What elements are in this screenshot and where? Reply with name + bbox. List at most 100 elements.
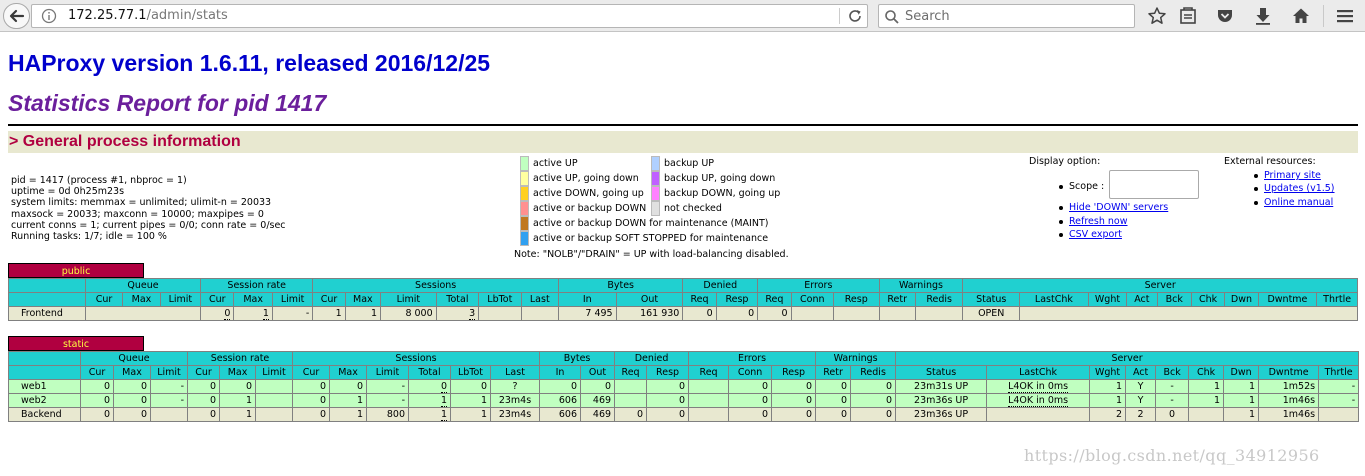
header-cell: Conn <box>728 365 773 380</box>
table-cell: Y <box>1125 393 1157 408</box>
table-cell: 0 <box>815 379 852 394</box>
legend-swatch <box>520 171 529 186</box>
table-cell: L4OK in 0ms <box>986 393 1091 408</box>
pocket-icon[interactable] <box>1215 6 1235 26</box>
header-cell: Limit <box>149 365 189 380</box>
sessions-total[interactable]: 1 <box>440 409 448 421</box>
hide-down-servers-link[interactable]: Hide 'DOWN' servers <box>1069 202 1168 213</box>
table-cell: 0 <box>771 393 817 408</box>
proxy-name-static[interactable]: static <box>8 336 144 351</box>
table-cell: ? <box>490 379 541 394</box>
table-cell: 0 <box>757 306 792 321</box>
url-text[interactable]: 172.25.77.1/admin/stats <box>68 8 228 24</box>
header-cell: Thrtle <box>1316 292 1358 307</box>
sessions-total[interactable]: 0 <box>440 381 448 393</box>
home-icon[interactable] <box>1291 6 1311 26</box>
back-button[interactable] <box>3 3 30 29</box>
table-cell: 0 <box>646 393 690 408</box>
primary-site-link[interactable]: Primary site <box>1264 170 1321 181</box>
session-rate-max[interactable]: 1 <box>262 308 269 320</box>
header-cell: Max <box>113 365 151 380</box>
table-cell: 1m46s <box>1258 407 1320 422</box>
header-cell: Act <box>1125 365 1157 380</box>
csv-export-link[interactable]: CSV export <box>1069 229 1122 240</box>
table-cell: 161 930 <box>615 306 684 321</box>
table-cell: - <box>149 393 189 408</box>
process-info-line: Running tasks: 1/7; idle = 100 % <box>11 231 167 243</box>
search-input[interactable] <box>903 7 1128 25</box>
header-cell: Last <box>490 365 541 380</box>
header-cell: Limit <box>271 292 314 307</box>
url-separator <box>839 8 840 24</box>
legend-label: active or backup SOFT STOPPED for mainte… <box>533 233 769 244</box>
reading-list-icon[interactable] <box>1178 6 1198 26</box>
group-header-row: Queue Session rate Sessions Bytes Denied… <box>8 278 1358 293</box>
header-cell <box>8 351 81 366</box>
legend-swatch <box>520 186 529 201</box>
table-cell: 1 <box>408 393 452 408</box>
reload-icon[interactable] <box>847 8 863 24</box>
table-cell <box>914 306 964 321</box>
header-cell: LbTot <box>450 365 492 380</box>
bullet-icon <box>1059 205 1063 210</box>
header-cell: Out <box>580 365 616 380</box>
table-cell: 469 <box>580 393 616 408</box>
header-cell: Max <box>122 292 161 307</box>
table-cell <box>833 306 880 321</box>
header-cell: Cur <box>80 365 114 380</box>
header-cell: In <box>539 365 582 380</box>
hamburger-menu-icon[interactable] <box>1335 6 1355 26</box>
process-info-line: maxsock = 20033; maxconn = 10000; maxpip… <box>11 208 264 220</box>
table-cell: 3 <box>435 306 480 321</box>
public-stats-table: Queue Session rate Sessions Bytes Denied… <box>8 278 1358 321</box>
info-icon[interactable] <box>41 8 57 24</box>
group-errors: Errors <box>688 351 817 366</box>
group-errors: Errors <box>757 278 880 293</box>
header-cell: Cur <box>200 292 235 307</box>
scope-input[interactable] <box>1109 170 1199 199</box>
header-cell: Redis <box>914 292 964 307</box>
session-rate-cur[interactable]: 0 <box>224 308 231 320</box>
online-manual-link[interactable]: Online manual <box>1264 197 1333 208</box>
sessions-total[interactable]: 1 <box>440 395 448 407</box>
sessions-total[interactable]: 3 <box>469 308 476 320</box>
header-cell: Dwn <box>1224 292 1259 307</box>
last-check[interactable]: L4OK in 0ms <box>1008 395 1069 407</box>
table-cell: 2 <box>1089 407 1127 422</box>
table-cell <box>790 306 835 321</box>
group-denied: Denied <box>614 351 690 366</box>
url-bar[interactable]: 172.25.77.1/admin/stats <box>31 4 868 28</box>
table-cell: 1 <box>1188 393 1225 408</box>
static-stats-table: Queue Session rate Sessions Bytes Denied… <box>8 351 1360 422</box>
updates-link[interactable]: Updates (v1.5) <box>1264 183 1335 194</box>
table-cell <box>1019 306 1358 321</box>
table-cell: 0 <box>80 407 114 422</box>
table-cell: 606 <box>539 407 582 422</box>
table-cell: 469 <box>580 407 616 422</box>
legend-swatch <box>651 156 660 171</box>
header-cell: Status <box>962 292 1021 307</box>
proxy-name-public[interactable]: public <box>8 263 144 278</box>
downloads-icon[interactable] <box>1253 6 1273 26</box>
search-bar[interactable] <box>878 4 1135 28</box>
table-cell: 1 <box>329 407 368 422</box>
header-cell: Bck <box>1155 365 1190 380</box>
legend-swatch <box>651 201 660 216</box>
group-session-rate: Session rate <box>200 278 314 293</box>
bullet-icon <box>1254 173 1258 178</box>
table-cell: 800 <box>366 407 410 422</box>
table-cell: 0 <box>539 379 582 394</box>
table-cell: 0 <box>187 393 221 408</box>
last-check[interactable]: L4OK in 0ms <box>1008 381 1069 393</box>
header-cell: Out <box>615 292 684 307</box>
refresh-now-link[interactable]: Refresh now <box>1069 216 1128 227</box>
bookmark-star-icon[interactable] <box>1147 6 1167 26</box>
table-cell <box>520 306 559 321</box>
group-server: Server <box>895 351 1360 366</box>
table-cell: 0 <box>728 393 773 408</box>
table-cell: - <box>1155 379 1190 394</box>
legend-swatch <box>520 216 529 231</box>
table-cell <box>688 407 730 422</box>
group-sessions: Sessions <box>312 278 559 293</box>
display-option-item: Hide 'DOWN' servers <box>1059 202 1168 213</box>
